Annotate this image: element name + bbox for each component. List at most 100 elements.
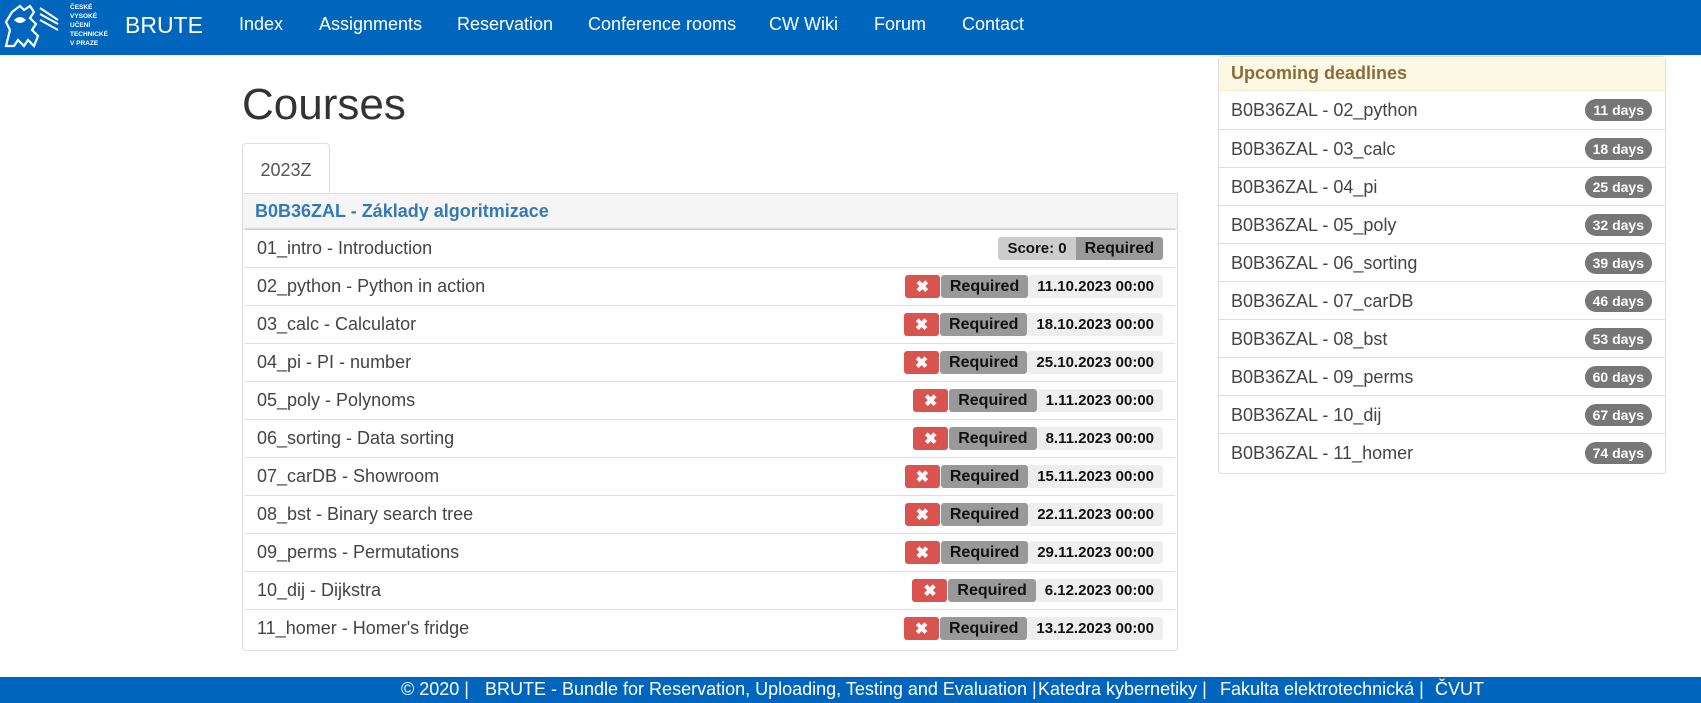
assignment-row[interactable]: 04_pi - PI - number ✖ Required 25.10.202… (245, 343, 1175, 381)
assignment-label[interactable]: 04_pi - PI - number (257, 344, 411, 381)
assignment-label[interactable]: 11_homer - Homer's fridge (257, 610, 469, 647)
deadline-badge: 11.10.2023 00:00 (1028, 275, 1163, 298)
page-title: Courses (242, 80, 406, 129)
deadline-item[interactable]: B0B36ZAL - 02_python 11 days (1219, 91, 1665, 129)
days-badge: 53 days (1584, 328, 1652, 350)
days-badge: 32 days (1584, 214, 1652, 236)
deadline-item[interactable]: B0B36ZAL - 05_poly 32 days (1219, 205, 1665, 243)
assignment-label[interactable]: 10_dij - Dijkstra (257, 572, 381, 609)
fail-icon: ✖ (904, 275, 940, 298)
assignment-row[interactable]: 06_sorting - Data sorting ✖ Required 8.1… (245, 419, 1175, 457)
assignment-label[interactable]: 06_sorting - Data sorting (257, 420, 454, 457)
fail-icon: ✖ (904, 541, 940, 564)
nav-assignments[interactable]: Assignments (319, 0, 422, 50)
deadline-badge: 8.11.2023 00:00 (1036, 427, 1163, 450)
deadline-item[interactable]: B0B36ZAL - 09_perms 60 days (1219, 357, 1665, 395)
deadline-badge: 18.10.2023 00:00 (1027, 313, 1163, 336)
assignment-row[interactable]: 10_dij - Dijkstra ✖ Required 6.12.2023 0… (245, 571, 1175, 609)
deadline-label[interactable]: B0B36ZAL - 02_python (1231, 91, 1417, 129)
deadline-list: B0B36ZAL - 02_python 11 days B0B36ZAL - … (1219, 91, 1665, 471)
deadline-label[interactable]: B0B36ZAL - 08_bst (1231, 320, 1387, 358)
cvut-lion-logo-icon[interactable]: ČESKÉ VYSOKÉ UČENÍ TECHNICKÉ V PRAZE (0, 0, 118, 50)
fail-icon: ✖ (904, 617, 940, 640)
deadline-item[interactable]: B0B36ZAL - 10_dij 67 days (1219, 395, 1665, 433)
assignment-row[interactable]: 01_intro - Introduction Score: 0 Require… (245, 229, 1175, 267)
deadline-badge: 1.11.2023 00:00 (1036, 389, 1163, 412)
days-badge: 67 days (1584, 404, 1652, 426)
assignment-label[interactable]: 05_poly - Polynoms (257, 382, 415, 419)
nav-cw-wiki[interactable]: CW Wiki (769, 0, 838, 50)
footer-dept-link[interactable]: Katedra kybernetiky | (1038, 677, 1207, 701)
required-badge: Required (1075, 237, 1163, 260)
logo-text-line-3: UČENÍ (70, 20, 90, 29)
assignment-label[interactable]: 09_perms - Permutations (257, 534, 459, 571)
deadline-item[interactable]: B0B36ZAL - 03_calc 18 days (1219, 129, 1665, 167)
deadlines-heading: Upcoming deadlines (1219, 57, 1665, 91)
tab-2023z[interactable]: 2023Z (242, 143, 330, 194)
brand-link[interactable]: BRUTE (125, 0, 203, 50)
required-badge: Required (940, 465, 1029, 488)
required-badge: Required (940, 351, 1028, 374)
deadline-badge: 6.12.2023 00:00 (1035, 579, 1163, 602)
assignment-row[interactable]: 05_poly - Polynoms ✖ Required 1.11.2023 … (245, 381, 1175, 419)
footer-copyright: © 2020 | (401, 679, 469, 699)
deadline-item[interactable]: B0B36ZAL - 08_bst 53 days (1219, 319, 1665, 357)
deadline-label[interactable]: B0B36ZAL - 07_carDB (1231, 282, 1413, 320)
deadline-label[interactable]: B0B36ZAL - 03_calc (1231, 130, 1395, 168)
assignment-label[interactable]: 02_python - Python in action (257, 268, 485, 305)
nav-reservation[interactable]: Reservation (457, 0, 553, 50)
assignment-row[interactable]: 08_bst - Binary search tree ✖ Required 2… (245, 495, 1175, 533)
logo-text-line-4: TECHNICKÉ (70, 29, 109, 38)
assignment-label[interactable]: 01_intro - Introduction (257, 230, 432, 267)
deadline-label[interactable]: B0B36ZAL - 09_perms (1231, 358, 1413, 396)
required-badge: Required (940, 617, 1028, 640)
footer-faculty-link[interactable]: Fakulta elektrotechnická | (1220, 677, 1424, 701)
deadline-label[interactable]: B0B36ZAL - 05_poly (1231, 206, 1396, 244)
deadlines-heading-text: Upcoming deadlines (1231, 63, 1408, 83)
fail-icon: ✖ (904, 503, 940, 526)
deadline-item[interactable]: B0B36ZAL - 04_pi 25 days (1219, 167, 1665, 205)
assignment-label[interactable]: 08_bst - Binary search tree (257, 496, 473, 533)
deadline-label[interactable]: B0B36ZAL - 04_pi (1231, 168, 1377, 206)
deadline-item[interactable]: B0B36ZAL - 11_homer 74 days (1219, 433, 1665, 471)
assignment-label[interactable]: 07_carDB - Showroom (257, 458, 439, 495)
upcoming-deadlines-panel: Upcoming deadlines B0B36ZAL - 02_python … (1218, 56, 1666, 474)
days-badge: 60 days (1584, 366, 1652, 388)
footer-cvut-link[interactable]: ČVUT (1435, 677, 1484, 701)
deadline-item[interactable]: B0B36ZAL - 06_sorting 39 days (1219, 243, 1665, 281)
footer-brute-link[interactable]: BRUTE - Bundle for Reservation, Uploadin… (485, 677, 1037, 701)
deadline-label[interactable]: B0B36ZAL - 10_dij (1231, 396, 1381, 434)
deadline-label[interactable]: B0B36ZAL - 06_sorting (1231, 244, 1417, 282)
days-badge: 11 days (1585, 99, 1652, 121)
days-badge: 25 days (1584, 176, 1652, 198)
nav-conference-rooms[interactable]: Conference rooms (588, 0, 736, 50)
assignment-list: 01_intro - Introduction Score: 0 Require… (245, 229, 1175, 647)
fail-icon: ✖ (904, 465, 940, 488)
assignment-row[interactable]: 11_homer - Homer's fridge ✖ Required 13.… (245, 609, 1175, 647)
required-badge: Required (940, 541, 1029, 564)
deadline-badge: 25.10.2023 00:00 (1027, 351, 1163, 374)
deadline-item[interactable]: B0B36ZAL - 07_carDB 46 days (1219, 281, 1665, 319)
fail-icon: ✖ (913, 389, 949, 412)
assignment-row[interactable]: 03_calc - Calculator ✖ Required 18.10.20… (245, 305, 1175, 343)
nav-index[interactable]: Index (239, 0, 283, 50)
days-badge: 46 days (1584, 290, 1652, 312)
assignment-label[interactable]: 03_calc - Calculator (257, 306, 416, 343)
fail-icon: ✖ (904, 351, 940, 374)
required-badge: Required (949, 427, 1037, 450)
logo-text-line-1: ČESKÉ (70, 2, 93, 11)
course-heading: B0B36ZAL - Základy algoritmizace (243, 194, 1177, 229)
assignment-row[interactable]: 09_perms - Permutations ✖ Required 29.11… (245, 533, 1175, 571)
days-badge: 74 days (1584, 442, 1652, 464)
nav-forum[interactable]: Forum (874, 0, 926, 50)
assignment-row[interactable]: 02_python - Python in action ✖ Required … (245, 267, 1175, 305)
deadline-label[interactable]: B0B36ZAL - 11_homer (1231, 434, 1413, 472)
deadline-badge: 29.11.2023 00:00 (1028, 541, 1163, 564)
course-title-link[interactable]: B0B36ZAL - Základy algoritmizace (243, 201, 549, 221)
deadline-badge: 22.11.2023 00:00 (1028, 503, 1163, 526)
required-badge: Required (948, 579, 1036, 602)
footer: © 2020 | BRUTE - Bundle for Reservation,… (0, 677, 1701, 703)
assignment-row[interactable]: 07_carDB - Showroom ✖ Required 15.11.202… (245, 457, 1175, 495)
nav-contact[interactable]: Contact (962, 0, 1024, 50)
required-badge: Required (940, 503, 1029, 526)
